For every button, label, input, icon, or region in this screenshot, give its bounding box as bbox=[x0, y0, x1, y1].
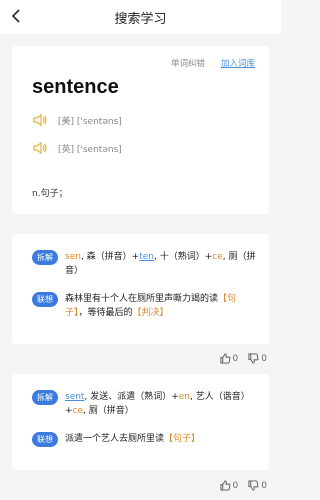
thumbs-up-icon bbox=[219, 353, 230, 364]
pronunciation-us: [美] ['sentəns] bbox=[32, 112, 122, 128]
association-part: 派遣一个艺人去厕所里读 bbox=[65, 434, 165, 444]
association-part: 【句子】 bbox=[164, 434, 201, 444]
thumbs-up-icon bbox=[219, 480, 230, 491]
breakdown-part-link[interactable]: sent bbox=[65, 392, 84, 402]
association-part: 【判决】 bbox=[132, 308, 169, 318]
association-tag: 联想 bbox=[32, 432, 58, 447]
like-button[interactable]: 0 bbox=[219, 353, 239, 364]
dislike-count: 0 bbox=[261, 353, 267, 364]
word-title: sentence bbox=[32, 76, 119, 98]
report-error-link[interactable]: 单词纠错 bbox=[171, 57, 205, 69]
word-meaning: n.句子； bbox=[32, 189, 68, 199]
association-text: 派遣一个艺人去厕所里读【句子】 bbox=[65, 432, 200, 446]
dislike-button[interactable]: 0 bbox=[248, 480, 267, 491]
header-bar: 搜索学习 bbox=[0, 0, 281, 34]
breakdown-part: sen bbox=[65, 252, 81, 262]
add-to-wordbook-link[interactable]: 加入词库 bbox=[221, 57, 255, 69]
breakdown-text: sent, 发送、派遣（熟词）+en, 艺人（谐音）+ce, 厕（拼音） bbox=[65, 390, 257, 418]
breakdown-row: 拆解 sent, 发送、派遣（熟词）+en, 艺人（谐音）+ce, 厕（拼音） bbox=[32, 390, 257, 418]
vote-bar: 0 0 bbox=[219, 480, 267, 491]
breakdown-tag: 拆解 bbox=[32, 250, 58, 265]
mnemonic-card: 拆解 sen, 森（拼音）+ten, 十（熟词）+ce, 厕（拼音） 联想 森林… bbox=[12, 234, 269, 344]
association-row: 联想 派遣一个艺人去厕所里读【句子】 bbox=[32, 432, 257, 447]
breakdown-part: , 森（拼音）+ bbox=[80, 252, 140, 262]
word-actions: 单词纠错 加入词库 bbox=[171, 57, 255, 69]
thumbs-down-icon bbox=[248, 480, 259, 491]
like-count: 0 bbox=[232, 353, 239, 364]
like-count: 0 bbox=[232, 480, 239, 491]
breakdown-part: , 十（熟词）+ bbox=[153, 252, 213, 262]
breakdown-part: en bbox=[178, 392, 190, 402]
association-part: 森林里有十个人在厕所里声嘶力竭的读 bbox=[65, 294, 219, 304]
breakdown-part: , 发送、派遣（熟词）+ bbox=[84, 392, 179, 402]
association-part: ，等待最后的 bbox=[78, 308, 133, 318]
vote-bar: 0 0 bbox=[219, 353, 267, 364]
breakdown-part: ce bbox=[72, 406, 84, 416]
breakdown-part: ce bbox=[212, 252, 223, 262]
dislike-button[interactable]: 0 bbox=[248, 353, 267, 364]
pronunciation-uk-text: [英] ['sentəns] bbox=[58, 144, 122, 155]
page-title: 搜索学习 bbox=[114, 12, 167, 27]
dislike-count: 0 bbox=[261, 480, 267, 491]
mnemonic-card: 拆解 sent, 发送、派遣（熟词）+en, 艺人（谐音）+ce, 厕（拼音） … bbox=[12, 374, 269, 470]
word-card: 单词纠错 加入词库 sentence [美] ['sentəns] [英] ['… bbox=[12, 46, 269, 214]
association-text: 森林里有十个人在厕所里声嘶力竭的读【句子】，等待最后的【判决】 bbox=[65, 292, 257, 320]
breakdown-part: , 厕（拼音） bbox=[83, 406, 134, 416]
association-row: 联想 森林里有十个人在厕所里声嘶力竭的读【句子】，等待最后的【判决】 bbox=[32, 292, 257, 320]
speaker-icon[interactable] bbox=[32, 140, 48, 156]
association-tag: 联想 bbox=[32, 292, 58, 307]
speaker-icon[interactable] bbox=[32, 112, 48, 128]
like-button[interactable]: 0 bbox=[219, 480, 239, 491]
breakdown-row: 拆解 sen, 森（拼音）+ten, 十（熟词）+ce, 厕（拼音） bbox=[32, 250, 257, 278]
breakdown-part-link[interactable]: ten bbox=[139, 252, 154, 262]
thumbs-down-icon bbox=[248, 353, 259, 364]
pronunciation-us-text: [美] ['sentəns] bbox=[58, 116, 122, 127]
pronunciation-uk: [英] ['sentəns] bbox=[32, 140, 122, 156]
breakdown-tag: 拆解 bbox=[32, 390, 58, 405]
breakdown-text: sen, 森（拼音）+ten, 十（熟词）+ce, 厕（拼音） bbox=[65, 250, 257, 278]
